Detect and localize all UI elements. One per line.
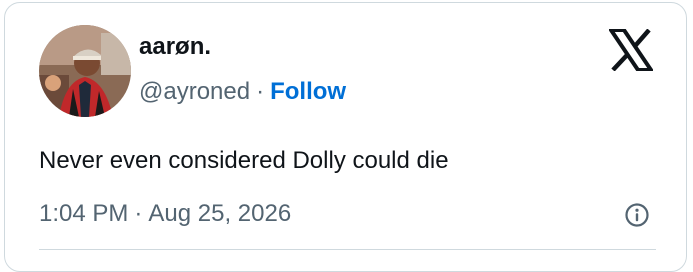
avatar[interactable]: [39, 25, 131, 117]
x-logo-icon[interactable]: [607, 28, 655, 72]
handle-row: @ayroned · Follow: [139, 75, 346, 109]
user-handle[interactable]: @ayroned: [139, 78, 250, 105]
timestamp-separator: ·: [134, 200, 143, 227]
info-icon[interactable]: [624, 202, 650, 228]
divider: [39, 249, 656, 250]
tweet-time: 1:04 PM: [39, 200, 129, 227]
display-name[interactable]: aarøn.: [139, 31, 211, 63]
tweet-text: Never even considered Dolly could die: [39, 147, 449, 174]
tweet-card: aarøn. @ayroned · Follow Never even consid…: [4, 2, 687, 272]
profile-photo: [39, 25, 131, 117]
handle-separator: ·: [256, 78, 265, 105]
follow-button[interactable]: Follow: [270, 78, 346, 105]
tweet-date: Aug 25, 2026: [148, 200, 292, 227]
tweet-timestamp[interactable]: 1:04 PM · Aug 25, 2026: [39, 196, 291, 232]
